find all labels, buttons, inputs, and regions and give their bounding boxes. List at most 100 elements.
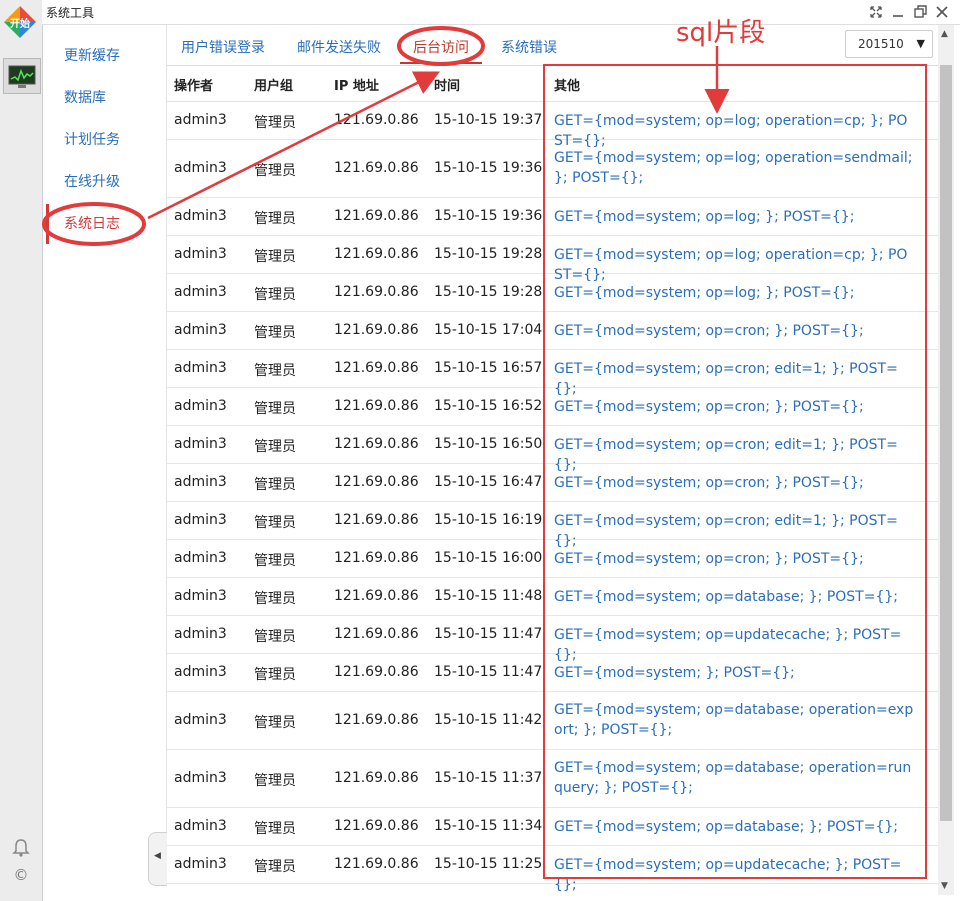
sidebar: 更新缓存 数据库 计划任务 在线升级 系统日志 bbox=[46, 25, 167, 881]
cell-time: 15-10-15 16:19 bbox=[434, 512, 543, 528]
cell-usergroup: 管理员 bbox=[254, 249, 296, 265]
cell-operator: admin3 bbox=[174, 626, 227, 642]
cell-usergroup: 管理员 bbox=[254, 325, 296, 341]
cell-other: GET={mod=system; op=log; }; POST={}; bbox=[554, 285, 855, 301]
window-titlebar: 系统工具 bbox=[42, 0, 960, 25]
cell-operator: admin3 bbox=[174, 664, 227, 680]
scroll-up-icon[interactable]: ▲ bbox=[941, 29, 948, 39]
scrollbar[interactable]: ▲ ▼ bbox=[938, 25, 954, 895]
table-row: admin3 管理员 121.69.0.86 15-10-15 11:42 GET={m… bbox=[166, 692, 938, 750]
tab-admin-access[interactable]: 后台访问 bbox=[413, 37, 469, 57]
column-header-time: 时间 bbox=[434, 79, 461, 94]
cell-time: 15-10-15 19:28 bbox=[434, 246, 543, 262]
scroll-down-icon[interactable]: ▼ bbox=[941, 881, 948, 891]
cell-time: 15-10-15 16:47 bbox=[434, 474, 543, 490]
cell-ip: 121.69.0.86 bbox=[334, 322, 419, 338]
sidebar-item-update-cache[interactable]: 更新缓存 bbox=[46, 36, 164, 76]
start-label: 开始 bbox=[10, 19, 30, 30]
cell-time: 15-10-15 11:48 bbox=[434, 588, 543, 604]
cell-operator: admin3 bbox=[174, 360, 227, 376]
copyright-icon[interactable]: © bbox=[12, 866, 30, 884]
cell-other: GET={mod=system; op=cron; }; POST={}; bbox=[554, 551, 864, 567]
tab-bar: 用户错误登录 邮件发送失败 后台访问 系统错误 bbox=[166, 25, 938, 66]
cell-ip: 121.69.0.86 bbox=[334, 770, 419, 786]
fullscreen-icon[interactable] bbox=[868, 4, 884, 20]
cell-ip: 121.69.0.86 bbox=[334, 112, 419, 128]
sidebar-item-database[interactable]: 数据库 bbox=[46, 78, 164, 118]
cell-operator: admin3 bbox=[174, 284, 227, 300]
cell-ip: 121.69.0.86 bbox=[334, 246, 419, 262]
cell-ip: 121.69.0.86 bbox=[334, 664, 419, 680]
window-title: 系统工具 bbox=[46, 6, 95, 20]
cell-usergroup: 管理员 bbox=[254, 401, 296, 417]
cell-time: 15-10-15 16:00 bbox=[434, 550, 543, 566]
table-row: admin3 管理员 121.69.0.86 15-10-15 11:47 GET={m… bbox=[166, 616, 938, 663]
table-row: admin3 管理员 121.69.0.86 15-10-15 19:36 GET={m… bbox=[166, 140, 938, 198]
cell-operator: admin3 bbox=[174, 322, 227, 338]
cell-operator: admin3 bbox=[174, 770, 227, 786]
cell-ip: 121.69.0.86 bbox=[334, 208, 419, 224]
cell-time: 15-10-15 19:36 bbox=[434, 208, 543, 224]
tab-system-error[interactable]: 系统错误 bbox=[501, 37, 557, 57]
cell-other: GET={mod=system; op=cron; }; POST={}; bbox=[554, 399, 864, 415]
table-row: admin3 管理员 121.69.0.86 15-10-15 17:04 GET={m… bbox=[166, 312, 938, 350]
start-button[interactable]: 开始 bbox=[4, 6, 36, 38]
restore-icon[interactable] bbox=[912, 4, 928, 20]
table-row: admin3 管理员 121.69.0.86 15-10-15 16:47 GET={m… bbox=[166, 464, 938, 502]
sidebar-item-system-log[interactable]: 系统日志 bbox=[46, 204, 164, 244]
month-select-value: 201510 bbox=[858, 37, 904, 51]
table-row: admin3 管理员 121.69.0.86 15-10-15 11:48 GET={m… bbox=[166, 578, 938, 616]
table-row: admin3 管理员 121.69.0.86 15-10-15 16:50 GET={m… bbox=[166, 426, 938, 473]
table-row: admin3 管理员 121.69.0.86 15-10-15 16:57 GET={m… bbox=[166, 350, 938, 397]
close-icon[interactable] bbox=[934, 4, 950, 20]
sidebar-item-scheduled-tasks[interactable]: 计划任务 bbox=[46, 120, 164, 160]
minimize-icon[interactable] bbox=[890, 4, 906, 20]
cell-operator: admin3 bbox=[174, 512, 227, 528]
cell-ip: 121.69.0.86 bbox=[334, 160, 419, 176]
cell-operator: admin3 bbox=[174, 398, 227, 414]
cell-other: GET={mod=system; op=log; }; POST={}; bbox=[554, 209, 855, 225]
sidebar-collapse-button[interactable]: ◀ bbox=[148, 832, 167, 886]
caret-down-icon: ▼ bbox=[916, 37, 925, 50]
cell-operator: admin3 bbox=[174, 246, 227, 262]
cell-ip: 121.69.0.86 bbox=[334, 550, 419, 566]
sidebar-item-online-upgrade[interactable]: 在线升级 bbox=[46, 162, 164, 202]
table-body: admin3 管理员 121.69.0.86 15-10-15 19:37 GET={m… bbox=[166, 102, 938, 893]
month-select[interactable]: 201510 ▼ bbox=[845, 30, 933, 58]
table-row: admin3 管理员 121.69.0.86 15-10-15 11:37 GET={m… bbox=[166, 750, 938, 808]
cell-operator: admin3 bbox=[174, 112, 227, 128]
cell-time: 15-10-15 11:37 bbox=[434, 770, 543, 786]
scrollbar-thumb[interactable] bbox=[940, 65, 952, 821]
cell-other: GET={mod=system; op=updatecache; }; POST… bbox=[554, 857, 902, 893]
cell-time: 15-10-15 11:25 bbox=[434, 856, 543, 872]
app-dock: 开始 © bbox=[0, 0, 43, 901]
tab-user-login-error[interactable]: 用户错误登录 bbox=[181, 37, 265, 57]
cell-operator: admin3 bbox=[174, 208, 227, 224]
table-row: admin3 管理员 121.69.0.86 15-10-15 19:37 GET={m… bbox=[166, 102, 938, 149]
cell-usergroup: 管理员 bbox=[254, 715, 296, 731]
cell-ip: 121.69.0.86 bbox=[334, 436, 419, 452]
table-row: admin3 管理员 121.69.0.86 15-10-15 11:47 GET={m… bbox=[166, 654, 938, 692]
system-monitor-app[interactable] bbox=[3, 58, 41, 94]
cell-operator: admin3 bbox=[174, 588, 227, 604]
tab-mail-send-failed[interactable]: 邮件发送失败 bbox=[297, 37, 381, 57]
cell-ip: 121.69.0.86 bbox=[334, 474, 419, 490]
cell-ip: 121.69.0.86 bbox=[334, 284, 419, 300]
cell-time: 15-10-15 16:50 bbox=[434, 436, 543, 452]
cell-operator: admin3 bbox=[174, 436, 227, 452]
table-row: admin3 管理员 121.69.0.86 15-10-15 16:00 GET={m… bbox=[166, 540, 938, 578]
column-header-operator: 操作者 bbox=[174, 79, 214, 94]
column-header-other: 其他 bbox=[554, 79, 581, 94]
cell-ip: 121.69.0.86 bbox=[334, 818, 419, 834]
annotation-title: sql片段 bbox=[676, 18, 766, 48]
cell-other: GET={mod=system; op=database; operation=… bbox=[554, 760, 912, 796]
cell-other: GET={mod=system; op=database; operation=… bbox=[554, 702, 914, 738]
cell-usergroup: 管理员 bbox=[254, 477, 296, 493]
cell-operator: admin3 bbox=[174, 474, 227, 490]
cell-time: 15-10-15 19:37 bbox=[434, 112, 543, 128]
cell-ip: 121.69.0.86 bbox=[334, 398, 419, 414]
cell-ip: 121.69.0.86 bbox=[334, 856, 419, 872]
cell-time: 15-10-15 16:52 bbox=[434, 398, 543, 414]
cell-ip: 121.69.0.86 bbox=[334, 712, 419, 728]
bell-icon[interactable] bbox=[11, 838, 31, 858]
